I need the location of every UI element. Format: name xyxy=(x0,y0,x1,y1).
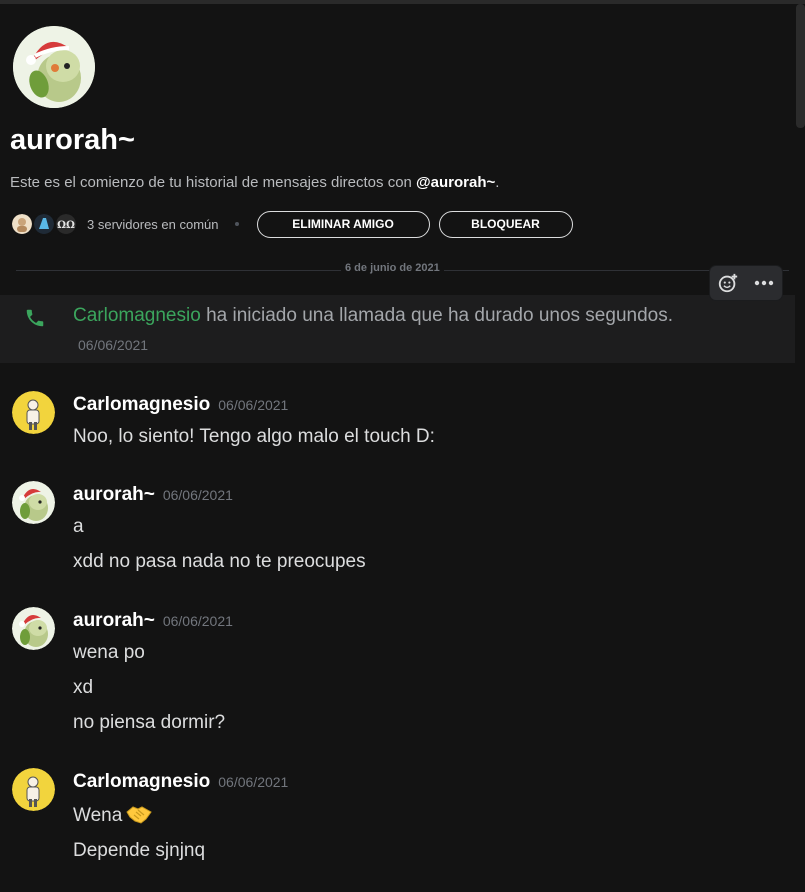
server-avatar-2[interactable] xyxy=(32,212,56,236)
separator-dot xyxy=(234,222,239,226)
carlomagnesio-avatar[interactable] xyxy=(12,391,55,434)
message-text: wena po xyxy=(73,642,145,663)
message-hover-toolbar xyxy=(710,266,782,300)
mutual-servers-link[interactable]: 3 servidores en común xyxy=(87,217,219,232)
author-name[interactable]: aurorah~ xyxy=(73,610,155,631)
server-avatar-1[interactable] xyxy=(10,212,34,236)
more-options-icon[interactable] xyxy=(746,266,782,300)
message-text: Noo, lo siento! Tengo algo malo el touch… xyxy=(73,426,435,447)
remove-friend-button[interactable]: ELIMINAR AMIGO xyxy=(256,210,430,238)
message-author[interactable]: Carlomagnesio 06/06/2021 xyxy=(73,771,288,793)
message-text: xdd no pasa nada no te preocupes xyxy=(73,551,366,572)
call-caller-name[interactable]: Carlomagnesio xyxy=(73,305,201,326)
message-text: Depende sjnjnq xyxy=(73,840,206,861)
message-text: a xyxy=(73,516,84,537)
call-text: Carlomagnesio ha iniciado una llamada qu… xyxy=(73,305,673,327)
add-reaction-icon[interactable] xyxy=(710,266,746,300)
message-author[interactable]: aurorah~ 06/06/2021 xyxy=(73,610,233,632)
intro-handle: @aurorah~ xyxy=(416,174,496,191)
author-name[interactable]: Carlomagnesio xyxy=(73,394,210,415)
message-author[interactable]: Carlomagnesio 06/06/2021 xyxy=(73,394,288,416)
date-divider-label: 6 de junio de 2021 xyxy=(341,262,444,274)
message-text-content: Wena xyxy=(73,805,123,826)
block-button[interactable]: BLOQUEAR xyxy=(438,210,573,238)
mutual-servers-row: ΩΩ 3 servidores en común ELIMINAR AMIGO … xyxy=(10,209,573,239)
aurorah-avatar[interactable] xyxy=(12,607,55,650)
carlomagnesio-avatar[interactable] xyxy=(12,768,55,811)
window-top-border xyxy=(0,0,805,4)
handshake-emoji[interactable] xyxy=(126,803,153,831)
call-description: ha iniciado una llamada que ha durado un… xyxy=(200,305,673,326)
call-system-message[interactable]: Carlomagnesio ha iniciado una llamada qu… xyxy=(0,295,795,363)
phone-icon xyxy=(24,307,46,334)
message-text: Wena xyxy=(73,803,153,831)
message-text: xd xyxy=(73,677,94,698)
aurorah-avatar[interactable] xyxy=(12,481,55,524)
profile-avatar[interactable] xyxy=(13,26,95,108)
intro-prefix: Este es el comienzo de tu historial de m… xyxy=(10,174,417,191)
author-name[interactable]: aurorah~ xyxy=(73,484,155,505)
message-timestamp: 06/06/2021 xyxy=(162,613,233,629)
server-avatar-3[interactable]: ΩΩ xyxy=(54,212,78,236)
scrollbar-thumb[interactable] xyxy=(796,4,805,128)
author-name[interactable]: Carlomagnesio xyxy=(73,771,210,792)
message-text: no piensa dormir? xyxy=(73,712,226,733)
profile-name: aurorah~ xyxy=(10,124,135,156)
svg-text:ΩΩ: ΩΩ xyxy=(57,220,75,231)
message-timestamp: 06/06/2021 xyxy=(218,774,289,790)
bird-avatar-image xyxy=(13,26,95,108)
dm-intro-text: Este es el comienzo de tu historial de m… xyxy=(10,174,499,191)
message-author[interactable]: aurorah~ 06/06/2021 xyxy=(73,484,233,506)
message-timestamp: 06/06/2021 xyxy=(162,487,233,503)
intro-suffix: . xyxy=(495,174,500,191)
call-timestamp: 06/06/2021 xyxy=(78,337,149,353)
message-timestamp: 06/06/2021 xyxy=(218,397,289,413)
